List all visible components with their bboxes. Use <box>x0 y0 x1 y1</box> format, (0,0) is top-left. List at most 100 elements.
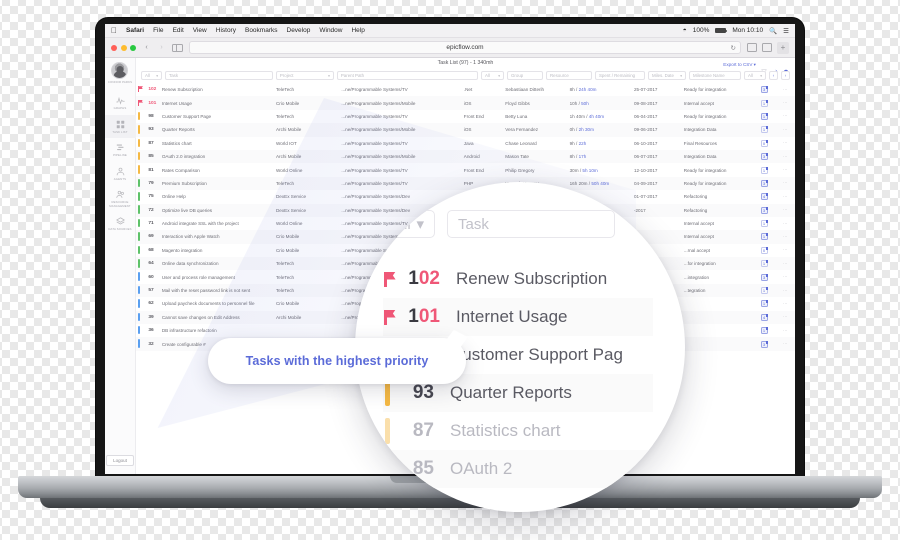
task-badge-cell[interactable]: 0 <box>758 244 777 257</box>
row-menu-button[interactable]: ⋯ <box>776 190 795 203</box>
table-row[interactable]: 102 Renew Subscription TeleTech ...ne/Progr… <box>136 83 795 96</box>
sidebar-item-pipeline[interactable]: PIPELINE <box>105 138 136 161</box>
close-window-button[interactable] <box>111 44 117 51</box>
row-menu-button[interactable]: ⋯ <box>776 110 795 123</box>
next-page-button[interactable]: › <box>781 71 790 80</box>
row-menu-button[interactable]: ⋯ <box>776 257 795 270</box>
task-name[interactable]: Mail with the reset password link is not… <box>159 284 273 297</box>
resource-input[interactable]: Resource <box>546 71 592 80</box>
address-bar[interactable]: epicflow.com ↻ <box>189 41 741 54</box>
status-select[interactable]: All ▾ <box>141 71 162 80</box>
attachment-badge[interactable]: 0 <box>760 139 768 147</box>
sidebar-item-graphs[interactable]: GRAPHS <box>105 91 136 114</box>
task-name[interactable]: Optimize live DB queries <box>159 204 273 217</box>
attachment-badge[interactable]: 1 <box>760 233 768 241</box>
row-menu-button[interactable]: ⋯ <box>776 244 795 257</box>
row-menu-button[interactable]: ⋯ <box>776 284 795 297</box>
project-select[interactable]: Project ▾ <box>275 71 334 80</box>
attachment-badge[interactable]: 1 <box>760 327 768 335</box>
task-name[interactable]: Online Help <box>159 190 273 203</box>
task-badge-cell[interactable]: 3 <box>758 337 777 350</box>
magnified-list-item[interactable]: 102 Renew Subscription <box>383 260 653 298</box>
row-menu-button[interactable]: ⋯ <box>776 297 795 310</box>
table-row[interactable]: 98 Customer Support Page TeleTech ...ne/Pro… <box>136 110 795 123</box>
row-menu-button[interactable]: ⋯ <box>776 96 795 109</box>
task-badge-cell[interactable]: 1 <box>758 257 777 270</box>
task-badge-cell[interactable]: 4 <box>758 311 777 324</box>
menu-item-help[interactable]: Help <box>351 27 364 34</box>
reload-icon[interactable]: ↻ <box>731 44 736 52</box>
attachment-badge[interactable]: 3 <box>760 273 768 281</box>
row-menu-button[interactable]: ⋯ <box>776 217 795 230</box>
task-name[interactable]: OAuth 2.0 integration <box>159 150 273 163</box>
show-tabs-icon[interactable] <box>762 43 772 52</box>
table-row[interactable]: 93 Quarter Reports Archi Mobile ...ne/Progr… <box>136 123 795 137</box>
table-row[interactable]: 79 Premium Subscription TeleTech ...ne/Prog… <box>136 176 795 191</box>
milestone-name-input[interactable]: Milestone Name <box>689 71 741 80</box>
menu-item-file[interactable]: File <box>153 27 163 34</box>
task-name[interactable]: Online data synchronization <box>159 257 273 270</box>
row-menu-button[interactable]: ⋯ <box>776 137 795 150</box>
milestone-date-select[interactable]: Miles. Date ▾ <box>648 71 686 80</box>
attachment-badge[interactable]: 3 <box>760 340 768 348</box>
task-name[interactable]: DB infrastructure refactorin <box>159 324 273 337</box>
attachment-badge[interactable]: 3 <box>760 86 768 94</box>
chevron-left-icon[interactable]: ‹ <box>142 44 151 51</box>
table-row[interactable]: 81 Rates Comparison World Online ...ne/Prog… <box>136 163 795 176</box>
task-badge-cell[interactable]: 1 <box>758 110 777 123</box>
minimize-window-button[interactable] <box>120 44 127 51</box>
task-badge-cell[interactable]: 1 <box>758 96 777 109</box>
task-name[interactable]: Premium Subscription <box>159 177 273 190</box>
task-name[interactable]: Quarter Reports <box>159 123 273 136</box>
task-name[interactable]: Statistics chart <box>159 137 273 150</box>
row-menu-button[interactable]: ⋯ <box>776 270 795 283</box>
attachment-badge[interactable]: 1 <box>760 300 768 308</box>
sidebar-user[interactable]: CONNOR PARKS <box>108 62 132 84</box>
row-menu-button[interactable]: ⋯ <box>776 123 795 136</box>
task-input[interactable]: Task <box>165 71 273 80</box>
attachment-badge[interactable]: 4 <box>760 313 768 321</box>
menu-item-bookmarks[interactable]: Bookmarks <box>245 27 278 34</box>
magnified-list-item[interactable]: 101 Internet Usage <box>383 298 653 336</box>
attachment-badge[interactable]: 3 <box>760 179 768 187</box>
menu-item-safari[interactable]: Safari <box>126 27 144 34</box>
menu-item-history[interactable]: History <box>216 27 236 34</box>
task-badge-cell[interactable]: 1 <box>758 163 777 176</box>
pin-icon[interactable] <box>772 62 778 75</box>
sidebar-item-agents[interactable]: AGENTS <box>105 162 136 185</box>
task-badge-cell[interactable]: 4 <box>758 190 777 203</box>
sidebar-item-task-list[interactable]: TASK LIST <box>105 114 136 139</box>
attachment-badge[interactable]: 1 <box>760 112 768 120</box>
task-name[interactable]: User and process role management <box>159 270 273 283</box>
table-row[interactable]: 85 OAuth 2.0 integration Archi Mobile ...ne… <box>136 149 795 164</box>
attachment-badge[interactable]: 1 <box>760 220 768 228</box>
task-badge-cell[interactable]: 3 <box>758 204 777 217</box>
attachment-badge[interactable]: 1 <box>760 166 768 174</box>
spent-remaining-input[interactable]: Spent / Remaining <box>595 71 645 80</box>
task-name[interactable]: Android integrate SSL with the project <box>159 217 273 230</box>
row-menu-button[interactable]: ⋯ <box>776 337 795 350</box>
attachment-badge[interactable]: 1 <box>760 287 768 295</box>
gear-icon[interactable] <box>783 62 789 74</box>
task-name[interactable]: Renew Subscription <box>159 83 273 96</box>
magnified-list-item[interactable]: 87 Statistics chart <box>383 412 653 450</box>
row-menu-button[interactable]: ⋯ <box>776 150 795 163</box>
attachment-badge[interactable]: 0 <box>760 246 768 254</box>
menu-item-window[interactable]: Window <box>319 27 342 34</box>
magnified-task-input[interactable]: Task <box>447 210 615 238</box>
maximize-window-button[interactable] <box>130 44 136 51</box>
task-name[interactable]: Magento integration <box>159 244 273 257</box>
spotlight-search-icon[interactable]: 🔍 <box>769 27 777 35</box>
wifi-icon[interactable]: ◓ <box>683 27 687 34</box>
menu-item-view[interactable]: View <box>193 27 207 34</box>
row-menu-button[interactable]: ⋯ <box>776 324 795 337</box>
task-badge-cell[interactable]: 1 <box>758 123 777 136</box>
new-tab-button[interactable]: + <box>777 41 789 54</box>
all-select-2[interactable]: All ▾ <box>481 71 504 80</box>
table-row[interactable]: 101 Internet Usage Crio Mobile ...ne/Progra… <box>136 96 795 110</box>
task-badge-cell[interactable]: 1 <box>758 217 777 230</box>
attachment-badge[interactable]: 1 <box>760 260 768 268</box>
task-badge-cell[interactable]: 1 <box>758 297 777 310</box>
clock-label[interactable]: Mon 10:10 <box>732 27 763 34</box>
task-name[interactable]: Interaction with Apple Watch <box>159 230 273 243</box>
